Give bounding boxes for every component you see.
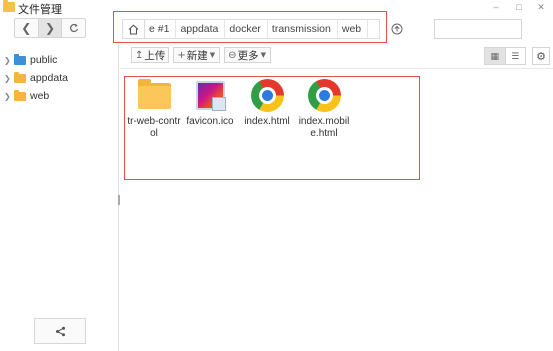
shared-folder-icon — [14, 53, 26, 65]
caret-down-icon: ▼ — [260, 51, 266, 59]
share-button[interactable] — [34, 318, 86, 344]
sidebar: ❯ public ❯ appdata ❯ web — [0, 44, 119, 351]
more-button[interactable]: ⊖ 更多 ▼ — [224, 47, 271, 63]
gear-icon: ⚙ — [536, 50, 546, 63]
file-item-index-mobile-html[interactable]: index.mobile.html — [296, 78, 352, 140]
image-file-icon — [192, 78, 228, 114]
minimize-icon[interactable]: – — [488, 1, 504, 13]
file-name: tr-web-control — [127, 116, 181, 139]
list-view-button[interactable]: ☰ — [504, 48, 526, 64]
caret-down-icon: ▼ — [209, 51, 216, 59]
sidebar-item-public[interactable]: ❯ public — [4, 52, 57, 68]
upload-button[interactable]: ↥ 上传 — [131, 47, 170, 63]
new-button[interactable]: + 新建 ▼ — [173, 47, 221, 63]
sidebar-item-label: appdata — [30, 72, 68, 84]
sidebar-item-web[interactable]: ❯ web — [4, 88, 49, 104]
grid-icon: ▦ — [490, 50, 499, 61]
settings-button[interactable]: ⚙ — [532, 47, 550, 65]
maximize-icon[interactable]: □ — [511, 1, 527, 13]
chevron-right-icon[interactable]: ❯ — [4, 92, 12, 101]
file-item-favicon[interactable]: favicon.ico — [182, 78, 238, 128]
view-switcher: ▦ ☰ — [484, 47, 526, 65]
sidebar-item-appdata[interactable]: ❯ appdata — [4, 70, 68, 86]
divider — [120, 68, 553, 69]
chevron-right-icon: ❯ — [44, 21, 56, 35]
window-title: 文件管理 — [18, 3, 62, 16]
parent-folder-button[interactable] — [386, 19, 408, 39]
file-name: favicon.ico — [186, 116, 234, 127]
file-item-index-html[interactable]: index.html — [239, 78, 295, 128]
close-icon[interactable]: ✕ — [533, 1, 549, 13]
upload-icon: ↥ — [135, 49, 144, 61]
grid-view-button[interactable]: ▦ — [485, 48, 505, 64]
plus-icon: + — [177, 49, 186, 61]
refresh-icon — [69, 23, 78, 33]
sidebar-item-label: public — [30, 54, 58, 66]
search-input[interactable] — [434, 19, 522, 39]
list-icon: ☰ — [511, 50, 520, 61]
folder-icon — [14, 89, 26, 101]
chrome-icon — [249, 78, 285, 114]
nav-buttons: ❮ ❯ — [14, 18, 86, 38]
refresh-button[interactable] — [62, 19, 85, 37]
file-manager-icon — [3, 0, 15, 12]
file-name: index.mobile.html — [298, 116, 350, 139]
file-item-tr-web-control[interactable]: tr-web-control — [126, 78, 182, 140]
forward-button[interactable]: ❯ — [38, 19, 63, 37]
highlight-box-breadcrumb — [113, 11, 387, 43]
new-label: 新建 — [186, 49, 208, 62]
chevron-right-icon[interactable]: ❯ — [4, 56, 12, 65]
back-button[interactable]: ❮ — [15, 19, 39, 37]
more-icon: ⊖ — [228, 49, 237, 61]
file-name: index.html — [244, 116, 290, 127]
more-label: 更多 — [237, 49, 259, 62]
share-icon — [55, 326, 65, 336]
sidebar-item-label: web — [30, 90, 50, 102]
upload-label: 上传 — [144, 49, 166, 62]
resize-handle[interactable] — [118, 195, 120, 205]
chrome-icon — [306, 78, 342, 114]
up-arrow-icon — [391, 23, 403, 35]
chevron-right-icon[interactable]: ❯ — [4, 74, 12, 83]
folder-icon — [14, 71, 26, 83]
folder-icon — [136, 78, 172, 114]
action-bar: ↥ 上传 + 新建 ▼ ⊖ 更多 ▼ — [131, 47, 271, 63]
chevron-left-icon: ❮ — [21, 21, 32, 35]
